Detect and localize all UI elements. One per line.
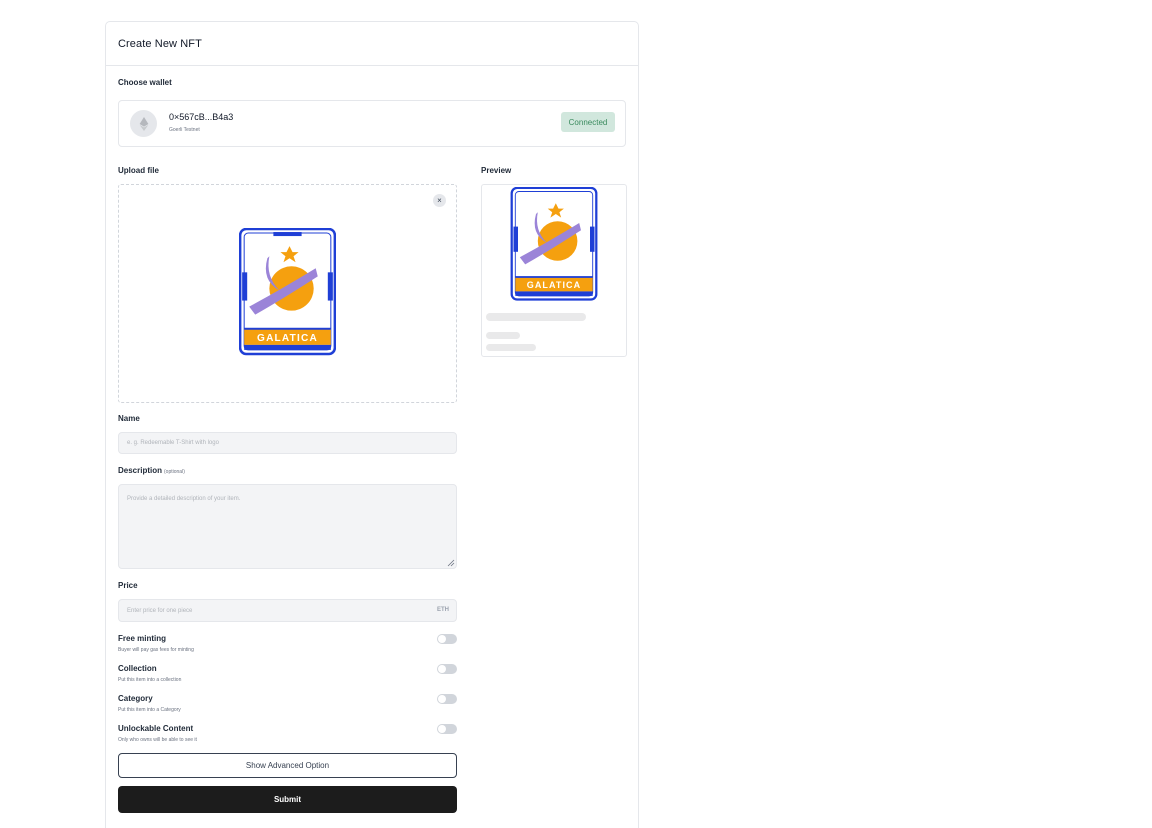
toggle-subtitle: Put this item into a Category [118, 707, 181, 713]
description-textarea[interactable]: Provide a detailed description of your i… [118, 484, 457, 569]
unlockable-content-toggle[interactable] [437, 724, 457, 734]
toggle-title: Unlockable Content [118, 724, 194, 733]
free-minting-toggle[interactable] [437, 634, 457, 644]
price-placeholder: Enter price for one piece [127, 607, 193, 614]
remove-file-button[interactable]: × [433, 194, 446, 207]
toggle-subtitle: Buyer will pay gas fees for minting [118, 647, 194, 653]
optional-hint: (optional) [164, 469, 185, 475]
submit-button[interactable]: Submit [118, 786, 457, 813]
toggle-knob [438, 725, 446, 733]
wallet-network: Goerli Testnet [169, 127, 200, 133]
show-advanced-option-button[interactable]: Show Advanced Option [118, 753, 457, 778]
toggle-subtitle: Put this item into a collection [118, 677, 182, 683]
card-header: Create New NFT [106, 22, 638, 66]
preview-label: Preview [481, 166, 512, 175]
description-label: Description (optional) [118, 466, 185, 475]
toggle-row-collection: Collection Put this item into a collecti… [118, 664, 457, 690]
wallet-selector[interactable]: 0×567cB...B4a3 Goerli Testnet Connected [118, 100, 626, 147]
preview-nft-image: GALATICA [510, 187, 598, 301]
toggle-row-free-minting: Free minting Buyer will pay gas fees for… [118, 634, 457, 660]
toggle-row-category: Category Put this item into a Category [118, 694, 457, 720]
toggle-title: Category [118, 694, 153, 703]
resize-handle-icon[interactable] [447, 559, 455, 567]
category-toggle[interactable] [437, 694, 457, 704]
toggle-knob [438, 665, 446, 673]
preview-meta-skeleton [486, 332, 520, 339]
preview-image-text: GALATICA [527, 280, 581, 290]
collection-toggle[interactable] [437, 664, 457, 674]
toggle-row-unlockable-content: Unlockable Content Only who owns will be… [118, 724, 457, 750]
upload-file-label: Upload file [118, 166, 159, 175]
create-nft-card: Create New NFT Choose wallet 0×567cB...B… [105, 21, 639, 828]
toggle-title: Free minting [118, 634, 167, 643]
upload-image-text: GALATICA [257, 333, 318, 344]
description-placeholder: Provide a detailed description of your i… [127, 496, 241, 502]
toggle-title: Collection [118, 664, 157, 673]
price-currency-suffix: ETH [437, 607, 449, 613]
wallet-address: 0×567cB...B4a3 [169, 112, 234, 122]
preview-price-skeleton [486, 344, 536, 351]
toggle-knob [438, 695, 446, 703]
preview-title-skeleton [486, 313, 586, 321]
price-input[interactable]: Enter price for one piece ETH [118, 599, 457, 622]
preview-card: GALATICA [481, 184, 627, 357]
uploaded-nft-image: GALATICA [239, 228, 336, 356]
toggle-subtitle: Only who owns will be able to see it [118, 737, 197, 743]
connected-status-badge: Connected [561, 112, 615, 132]
name-input[interactable]: e. g. Redeemable T-Shirt with logo [118, 432, 457, 454]
ethereum-icon [130, 110, 157, 137]
description-label-text: Description [118, 466, 163, 475]
price-label: Price [118, 581, 138, 590]
choose-wallet-label: Choose wallet [118, 78, 172, 87]
toggle-knob [438, 635, 446, 643]
page-title: Create New NFT [118, 38, 202, 50]
name-label: Name [118, 414, 140, 423]
upload-dropzone[interactable]: × GALATICA [118, 184, 457, 403]
